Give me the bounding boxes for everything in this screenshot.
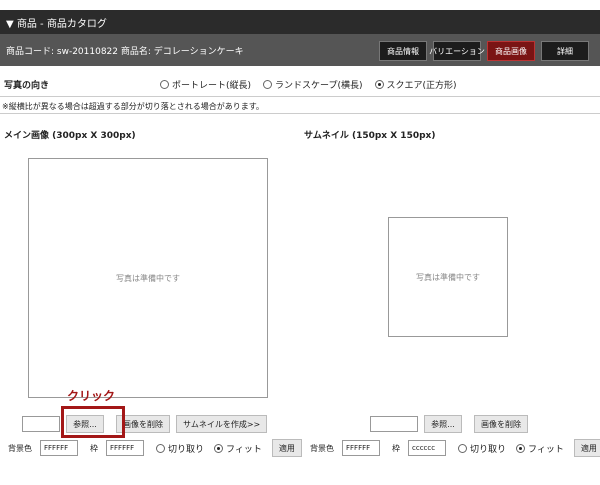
main-style-row: 背景色 FFFFFF 枠 FFFFFF 切り取り フィット 適用 bbox=[8, 439, 302, 457]
radio-landscape[interactable]: ランドスケープ(横長) bbox=[263, 78, 363, 91]
radio-square[interactable]: スクエア(正方形) bbox=[374, 78, 457, 91]
main-image-preview: 写真は準備中です bbox=[28, 158, 268, 398]
main-fit-option[interactable]: フィット bbox=[214, 442, 262, 455]
product-bar: 商品コード: sw-20110822 商品名: デコレーションケーキ 商品情報 … bbox=[0, 34, 600, 66]
main-file-input[interactable] bbox=[22, 416, 60, 432]
main-image-title: メイン画像 (300px X 300px) bbox=[4, 131, 136, 141]
window-title-bar: ▼ 商品 - 商品カタログ bbox=[0, 10, 600, 34]
create-thumbnail-button[interactable]: サムネイルを作成>> bbox=[176, 415, 268, 433]
tab-product-info[interactable]: 商品情報 bbox=[379, 41, 427, 61]
thumb-browse-button[interactable]: 参照... bbox=[424, 415, 462, 433]
thumbnail-title: サムネイル (150px X 150px) bbox=[304, 131, 436, 141]
main-bg-label: 背景色 bbox=[8, 443, 32, 453]
thumbnail-placeholder: 写真は準備中です bbox=[416, 272, 480, 282]
main-apply-button[interactable]: 適用 bbox=[271, 439, 302, 457]
main-upload-row: 参照... 画像を削除 サムネイルを作成>> bbox=[22, 415, 268, 433]
thumb-delete-image-button[interactable]: 画像を削除 bbox=[474, 415, 528, 433]
tab-variation[interactable]: バリエーション bbox=[429, 41, 485, 61]
main-crop-radio-icon[interactable] bbox=[156, 443, 165, 453]
radio-landscape-icon[interactable] bbox=[263, 80, 273, 89]
thumb-frame-color-input[interactable]: cccccc bbox=[408, 440, 446, 456]
thumb-file-input[interactable] bbox=[370, 416, 418, 432]
tab-bar: 商品情報 バリエーション 商品画像 詳細 bbox=[379, 41, 589, 61]
thumb-fit-radio-icon[interactable] bbox=[516, 443, 526, 453]
click-callout-highlight bbox=[61, 406, 125, 438]
thumb-crop-radio-icon[interactable] bbox=[458, 443, 467, 453]
orientation-label: 写真の向き bbox=[4, 81, 50, 91]
thumbnail-preview: 写真は準備中です bbox=[388, 217, 508, 337]
tab-product-image[interactable]: 商品画像 bbox=[487, 41, 535, 61]
thumb-style-row: 背景色 FFFFFF 枠 cccccc 切り取り フィット 適用 bbox=[310, 439, 600, 457]
tab-details[interactable]: 詳細 bbox=[541, 41, 589, 61]
thumb-apply-button[interactable]: 適用 bbox=[573, 439, 600, 457]
thumb-bg-label: 背景色 bbox=[310, 443, 334, 453]
aspect-note: ※縦横比が異なる場合は超過する部分が切り落とされる場合があります。 bbox=[0, 96, 600, 114]
thumb-upload-row: 参照... 画像を削除 bbox=[370, 415, 528, 433]
main-crop-option[interactable]: 切り取り bbox=[156, 442, 204, 455]
main-image-placeholder: 写真は準備中です bbox=[116, 273, 180, 283]
radio-portrait[interactable]: ポートレート(縦長) bbox=[160, 78, 251, 91]
main-bg-color-input[interactable]: FFFFFF bbox=[40, 440, 78, 456]
main-fit-radio-icon[interactable] bbox=[214, 443, 224, 453]
thumb-fit-option[interactable]: フィット bbox=[516, 442, 564, 455]
orientation-options: ポートレート(縦長) ランドスケープ(横長) スクエア(正方形) bbox=[160, 78, 457, 91]
thumb-bg-color-input[interactable]: FFFFFF bbox=[342, 440, 380, 456]
radio-portrait-icon[interactable] bbox=[160, 80, 169, 89]
window-title: ▼ 商品 - 商品カタログ bbox=[6, 19, 107, 30]
thumb-frame-label: 枠 bbox=[392, 443, 400, 453]
main-frame-label: 枠 bbox=[90, 443, 98, 453]
photo-orientation-row: 写真の向き ポートレート(縦長) ランドスケープ(横長) スクエア(正方形) bbox=[0, 74, 600, 94]
product-info: 商品コード: sw-20110822 商品名: デコレーションケーキ bbox=[6, 47, 244, 57]
main-frame-color-input[interactable]: FFFFFF bbox=[106, 440, 144, 456]
radio-square-icon[interactable] bbox=[374, 80, 384, 89]
click-callout-label: クリック bbox=[67, 389, 116, 403]
thumb-crop-option[interactable]: 切り取り bbox=[458, 442, 506, 455]
